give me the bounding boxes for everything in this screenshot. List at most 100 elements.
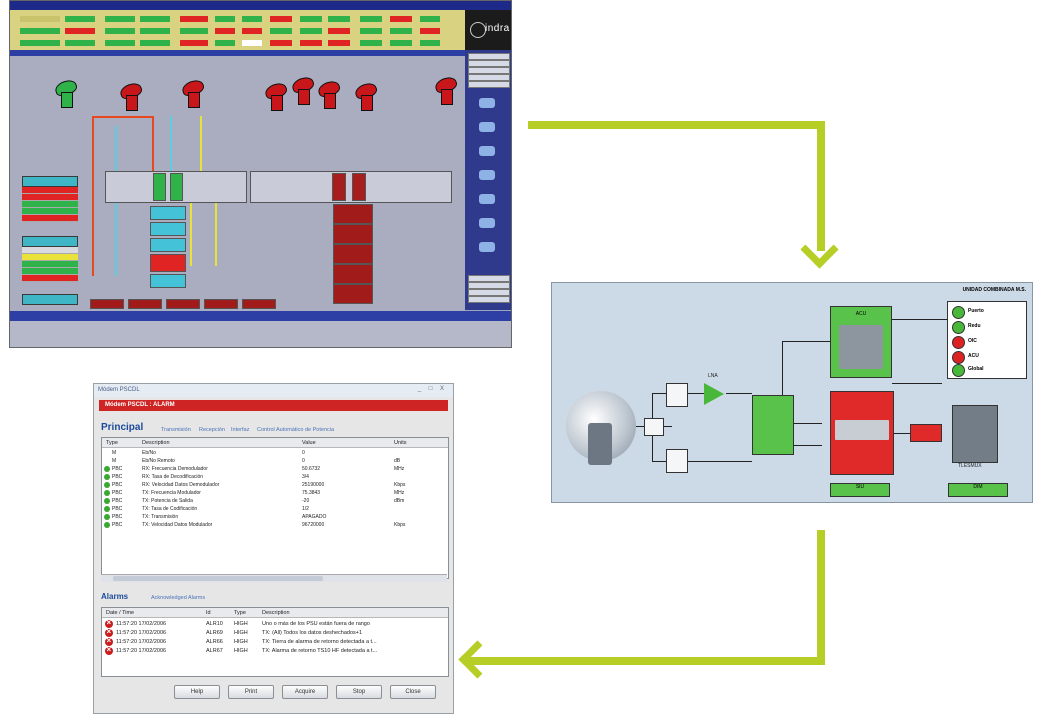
antenna-dish-icon[interactable] <box>353 80 379 111</box>
antenna-dish-icon[interactable] <box>263 80 289 111</box>
antenna-icon[interactable] <box>479 146 495 156</box>
switch-element[interactable] <box>170 173 183 201</box>
ok-status-icon <box>104 506 110 512</box>
table-row[interactable]: PBC TX: Potencia de Salida -20 dBm <box>102 497 448 505</box>
table-row[interactable]: M Eb/No 0 <box>102 449 448 457</box>
acquire-button[interactable]: Acquire <box>282 685 328 699</box>
table-row[interactable]: PBC RX: Velocidad Datos Demodulador 251900… <box>102 481 448 489</box>
antenna-dish-icon[interactable] <box>290 74 316 105</box>
column-header[interactable]: Type <box>106 440 118 446</box>
column-header[interactable]: Date / Time <box>106 610 134 616</box>
equipment-unit[interactable] <box>150 222 186 236</box>
panel-button[interactable] <box>468 296 510 303</box>
column-header[interactable]: Units <box>394 440 407 446</box>
side-status-block[interactable] <box>22 294 78 305</box>
filter-block-bottom[interactable] <box>666 449 688 473</box>
equipment-unit-alarm[interactable] <box>333 224 373 244</box>
tab-alarms[interactable]: Alarms <box>101 592 128 601</box>
panel-button[interactable] <box>468 67 510 74</box>
print-button[interactable]: Print <box>228 685 274 699</box>
antenna-dish-icon[interactable] <box>180 77 206 108</box>
table-row[interactable]: PBC TX: Transmisión APAGADO <box>102 513 448 521</box>
close-button[interactable]: Close <box>390 685 436 699</box>
table-row[interactable]: PBC TX: Velocidad Datos Modulador 96720000… <box>102 521 448 529</box>
amplifier-icon[interactable] <box>704 383 724 405</box>
modem-block[interactable] <box>830 391 894 475</box>
antenna-icon[interactable] <box>479 194 495 204</box>
column-header[interactable]: Value <box>302 440 316 446</box>
tab-recepcion[interactable]: Recepción <box>199 427 225 433</box>
switch-panel[interactable] <box>250 171 452 203</box>
tab-transmision[interactable]: Transmisión <box>161 427 191 433</box>
equipment-unit[interactable] <box>150 206 186 220</box>
stop-button[interactable]: Stop <box>336 685 382 699</box>
status-cell <box>390 28 412 34</box>
filter-block-top[interactable] <box>666 383 688 407</box>
antenna-dish-icon[interactable] <box>53 77 79 108</box>
alarm-block[interactable] <box>910 424 942 442</box>
siu-button[interactable]: SIU <box>830 483 890 497</box>
frequency-converter-block[interactable] <box>752 395 794 455</box>
equipment-unit-alarm[interactable] <box>333 264 373 284</box>
switch-element[interactable] <box>332 173 346 201</box>
panel-button[interactable] <box>468 81 510 88</box>
tab-control-potencia[interactable]: Control Automático de Potencia <box>257 427 334 433</box>
acu-block[interactable]: ACU <box>830 306 892 378</box>
column-header[interactable]: Type <box>234 610 246 616</box>
settings-icon[interactable] <box>479 122 495 132</box>
panel-button[interactable] <box>468 282 510 289</box>
side-status-block[interactable] <box>22 176 78 222</box>
status-cell <box>215 28 235 34</box>
network-icon[interactable] <box>479 242 495 252</box>
coupler-block[interactable] <box>644 418 664 436</box>
panel-button[interactable] <box>468 289 510 296</box>
table-row[interactable]: PBC RX: Tasa de Decodificación 3/4 <box>102 473 448 481</box>
alarm-row[interactable]: 11:57:20 17/02/2006ALR10HIGHUno o más de… <box>102 618 448 629</box>
column-header[interactable]: Description <box>142 440 170 446</box>
alarm-row[interactable]: 11:57:20 17/02/2006ALR69HIGHTX: (All) To… <box>102 627 448 638</box>
tab-interfaz[interactable]: Interfaz <box>231 427 249 433</box>
equipment-unit-alarm[interactable] <box>150 254 186 272</box>
horizontal-scrollbar[interactable] <box>101 574 447 582</box>
antenna-icon[interactable] <box>479 170 495 180</box>
monitor-icon[interactable] <box>479 98 495 108</box>
switch-element[interactable] <box>153 173 166 201</box>
network-icon[interactable] <box>479 218 495 228</box>
panel-button[interactable] <box>468 60 510 67</box>
equipment-unit-alarm[interactable] <box>333 244 373 264</box>
equipment-unit[interactable] <box>150 238 186 252</box>
status-cell <box>140 28 170 34</box>
status-cell <box>140 16 170 22</box>
alarm-row[interactable]: 11:57:20 17/02/2006ALR67HIGHTX: Alarma d… <box>102 645 448 656</box>
alarms-table: Date / Time Id Type Description 11:57:20… <box>101 607 449 677</box>
alarm-header-text: Módem PSCDL : ALARM <box>105 402 175 408</box>
side-status-block[interactable] <box>22 236 78 282</box>
help-button[interactable]: Help <box>174 685 220 699</box>
antenna-dish-icon[interactable] <box>316 78 342 109</box>
alarm-row[interactable]: 11:57:20 17/02/2006ALR66HIGHTX: Tierra d… <box>102 636 448 647</box>
table-row[interactable]: PBC TX: Tasa de Codificación 1/2 <box>102 505 448 513</box>
panel-button[interactable] <box>468 74 510 81</box>
table-row[interactable]: PBC TX: Frecuencia Modulador 75.3843 MHz <box>102 489 448 497</box>
equipment-unit-alarm[interactable] <box>333 204 373 224</box>
column-header[interactable]: Description <box>262 610 290 616</box>
tab-principal[interactable]: Principal <box>101 422 143 433</box>
antenna-dish-icon[interactable] <box>433 74 459 105</box>
equipment-unit[interactable] <box>150 274 186 288</box>
switch-element[interactable] <box>352 173 366 201</box>
signal-line <box>92 116 152 118</box>
equipment-unit-alarm[interactable] <box>333 284 373 304</box>
footer-area <box>10 321 511 347</box>
status-cell <box>300 16 322 22</box>
panel-button[interactable] <box>468 53 510 60</box>
antenna-dish-icon[interactable] <box>118 80 144 111</box>
table-row[interactable]: PBC RX: Frecuencia Demodulador 50.6732 MHz <box>102 465 448 473</box>
tab-acknowledged-alarms[interactable]: Acknowledged Alarms <box>151 595 205 601</box>
column-header[interactable]: Id <box>206 610 211 616</box>
scrollbar-thumb[interactable] <box>113 576 323 581</box>
window-controls[interactable]: _ □ X <box>418 386 447 392</box>
panel-button[interactable] <box>468 275 510 282</box>
status-cell <box>420 16 440 22</box>
table-row[interactable]: M Eb/No Remoto 0 dB <box>102 457 448 465</box>
dim-button[interactable]: DIM <box>948 483 1008 497</box>
